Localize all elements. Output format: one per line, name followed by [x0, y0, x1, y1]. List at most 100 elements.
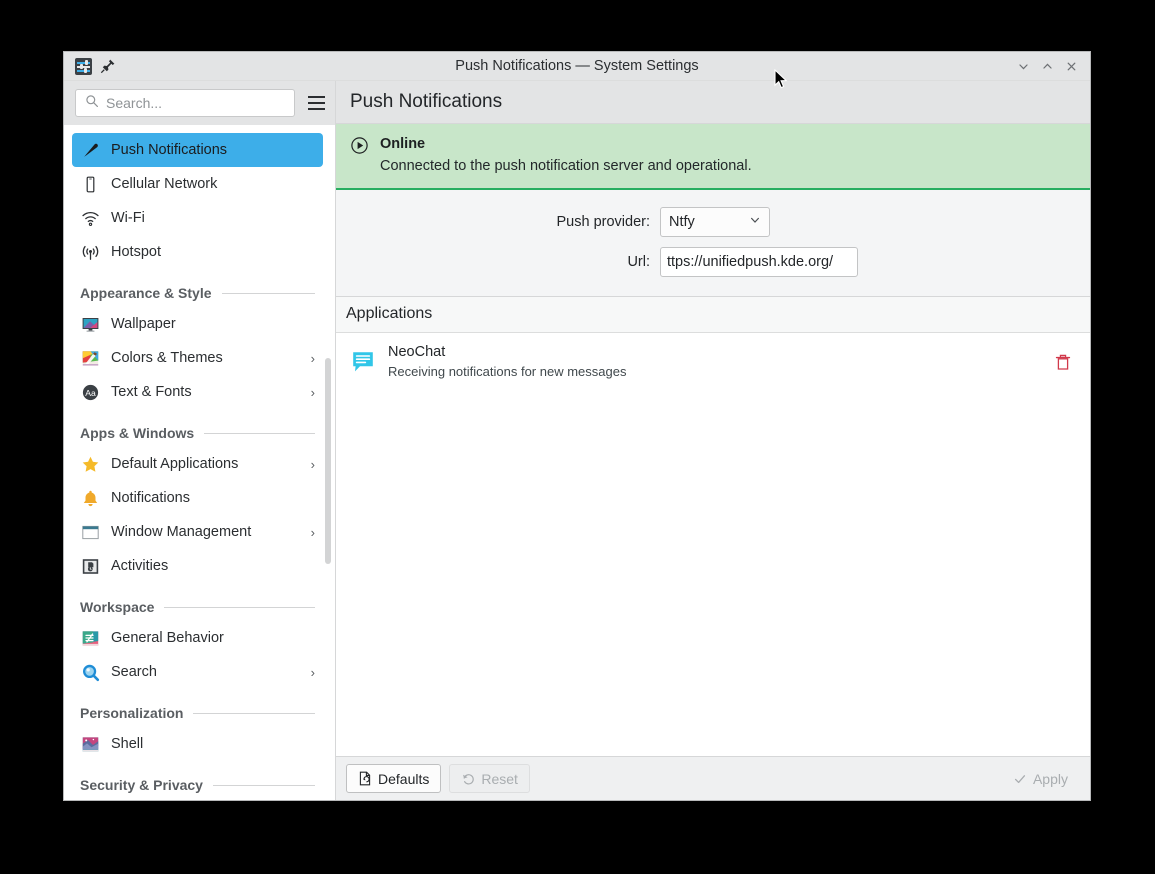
sidebar-item-label: Colors & Themes [111, 350, 300, 366]
sidebar-item-label: Wallpaper [111, 316, 304, 332]
sidebar-item-label: Hotspot [111, 244, 315, 260]
sidebar-item-text-fonts[interactable]: Aa Text & Fonts › [72, 375, 323, 409]
window-controls [1012, 55, 1090, 77]
sidebar-group-personalization: Personalization [72, 705, 323, 721]
footer-buttons: Defaults Reset [336, 756, 1090, 800]
page-title: Push Notifications [350, 91, 502, 113]
sidebar-item-cellular-network[interactable]: Cellular Network [72, 167, 323, 201]
status-title: Online [380, 134, 752, 154]
push-provider-value: Ntfy [669, 214, 749, 230]
sidebar-item-wifi[interactable]: Wi-Fi [72, 201, 323, 235]
window-title: Push Notifications — System Settings [64, 52, 1090, 81]
sidebar-item-general-behavior[interactable]: General Behavior [72, 621, 323, 655]
search-input[interactable]: Search... [75, 89, 295, 117]
sidebar-item-push-notifications[interactable]: Push Notifications [72, 133, 323, 167]
reset-button[interactable]: Reset [449, 764, 530, 793]
sidebar-item-hotspot[interactable]: Hotspot [72, 235, 323, 269]
main-content: Push Notifications Online Connected to t… [336, 81, 1090, 800]
status-online-icon [350, 136, 369, 160]
minimize-button[interactable] [1012, 55, 1034, 77]
sidebar-item-colors-themes[interactable]: Colors & Themes › [72, 341, 323, 375]
push-provider-row: Push provider: Ntfy [336, 207, 1090, 237]
sidebar-item-label: Notifications [111, 490, 304, 506]
application-name: NeoChat [388, 343, 1040, 362]
settings-form: Push provider: Ntfy Url: ttps://unifiedp… [336, 190, 1090, 297]
sidebar-item-notifications[interactable]: Notifications [72, 481, 323, 515]
sidebar-item-label: Shell [111, 736, 304, 752]
sidebar-item-label: Activities [111, 558, 304, 574]
sidebar-item-label: Cellular Network [111, 176, 315, 192]
document-revert-icon [358, 771, 372, 786]
page-header: Push Notifications [336, 81, 1090, 124]
sidebar-group-workspace: Workspace [72, 599, 323, 615]
sidebar-group-apps-windows: Apps & Windows [72, 425, 323, 441]
sidebar-group-title: Personalization [80, 705, 183, 721]
shell-icon [80, 734, 100, 754]
settings-sliders-icon [75, 58, 92, 75]
pin-icon[interactable] [100, 58, 116, 74]
sidebar-item-label: Wi-Fi [111, 210, 315, 226]
divider [193, 713, 315, 714]
chevron-down-icon [749, 214, 761, 230]
divider [204, 433, 315, 434]
checkmark-icon [1013, 772, 1027, 786]
sidebar-group-title: Apps & Windows [80, 425, 194, 441]
url-input[interactable]: ttps://unifiedpush.kde.org/ [660, 247, 858, 277]
search-icon [85, 94, 99, 113]
window-titlebar[interactable]: Push Notifications — System Settings [64, 52, 1090, 81]
divider [222, 293, 316, 294]
maximize-button[interactable] [1036, 55, 1058, 77]
url-row: Url: ttps://unifiedpush.kde.org/ [336, 247, 1090, 277]
sidebar-item-default-applications[interactable]: Default Applications › [72, 447, 323, 481]
apply-button[interactable]: Apply [1001, 764, 1080, 793]
wallpaper-icon [80, 314, 100, 334]
application-info: NeoChat Receiving notifications for new … [388, 343, 1040, 381]
sidebar-item-label: General Behavior [111, 630, 304, 646]
divider [164, 607, 315, 608]
application-description: Receiving notifications for new messages [388, 363, 1040, 381]
sidebar-item-wallpaper[interactable]: Wallpaper [72, 307, 323, 341]
push-provider-label: Push provider: [336, 214, 660, 230]
status-description: Connected to the push notification serve… [380, 156, 752, 176]
neochat-icon [350, 349, 376, 375]
list-item[interactable]: NeoChat Receiving notifications for new … [336, 333, 1090, 392]
status-banner: Online Connected to the push notificatio… [336, 124, 1090, 190]
sidebar-item-label: Text & Fonts [111, 384, 300, 400]
sidebar-search-row: Search... [64, 81, 335, 125]
sidebar-item-window-management[interactable]: Window Management › [72, 515, 323, 549]
sidebar-group-appearance-style: Appearance & Style [72, 285, 323, 301]
sidebar-item-label: Window Management [111, 524, 300, 540]
system-settings-window: Push Notifications — System Settings [64, 52, 1090, 800]
sidebar-item-search[interactable]: Search › [72, 655, 323, 689]
chevron-right-icon: › [311, 665, 315, 680]
push-provider-select[interactable]: Ntfy [660, 207, 770, 237]
colors-themes-icon [80, 348, 100, 368]
sidebar-item-activities[interactable]: Activities [72, 549, 323, 583]
scrollbar-handle[interactable] [325, 358, 331, 564]
sidebar-group-security-privacy: Security & Privacy [72, 777, 323, 793]
trash-icon[interactable] [1052, 351, 1074, 373]
undo-icon [461, 772, 475, 786]
general-behavior-icon [80, 628, 100, 648]
defaults-button[interactable]: Defaults [346, 764, 441, 793]
search-placeholder: Search... [106, 95, 162, 111]
applications-list: NeoChat Receiving notifications for new … [336, 333, 1090, 756]
activities-icon [80, 556, 100, 576]
chevron-right-icon: › [311, 351, 315, 366]
defaults-label: Defaults [378, 771, 429, 787]
url-label: Url: [336, 254, 660, 270]
sidebar-item-shell[interactable]: Shell [72, 727, 323, 761]
close-button[interactable] [1060, 55, 1082, 77]
sidebar-item-label: Default Applications [111, 456, 300, 472]
sidebar-nav: Push Notifications Cellular Network [64, 125, 335, 800]
chevron-right-icon: › [311, 385, 315, 400]
titlebar-left-icons [64, 58, 116, 75]
url-value: ttps://unifiedpush.kde.org/ [667, 254, 833, 270]
hamburger-menu-icon[interactable] [303, 90, 329, 116]
svg-text:Aa: Aa [85, 388, 96, 398]
divider [213, 785, 315, 786]
sidebar-scrollbar[interactable] [324, 125, 332, 800]
cellular-network-icon [80, 174, 100, 194]
search-module-icon [80, 662, 100, 682]
chevron-right-icon: › [311, 525, 315, 540]
